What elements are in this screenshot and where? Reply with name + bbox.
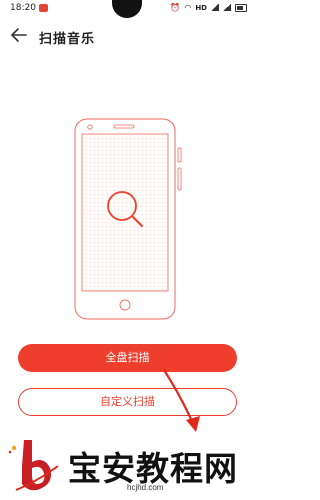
- phone-illustration: [74, 118, 182, 320]
- hd-icon: HD: [195, 3, 207, 12]
- alarm-icon: ⏰: [170, 3, 181, 12]
- status-time: 18:20: [10, 3, 36, 13]
- status-icons: ⏰ ◠ HD: [170, 3, 247, 12]
- camera-notch: [112, 0, 142, 18]
- notification-icon: [39, 4, 48, 12]
- wifi-icon: ◠: [184, 3, 192, 12]
- arrow-left-icon[interactable]: [10, 25, 28, 45]
- header: 扫描音乐: [0, 22, 255, 50]
- battery-icon: [235, 3, 247, 12]
- page-title: 扫描音乐: [39, 32, 96, 47]
- status-bar: 18:20 ⏰ ◠ HD: [0, 0, 255, 18]
- watermark-url: hcjhd.com: [127, 483, 164, 492]
- site-logo: [8, 440, 59, 491]
- signal-icon-2: [223, 4, 231, 11]
- signal-icon: [211, 4, 219, 11]
- watermark: 宝安教程网 hcjhd.com: [0, 426, 255, 500]
